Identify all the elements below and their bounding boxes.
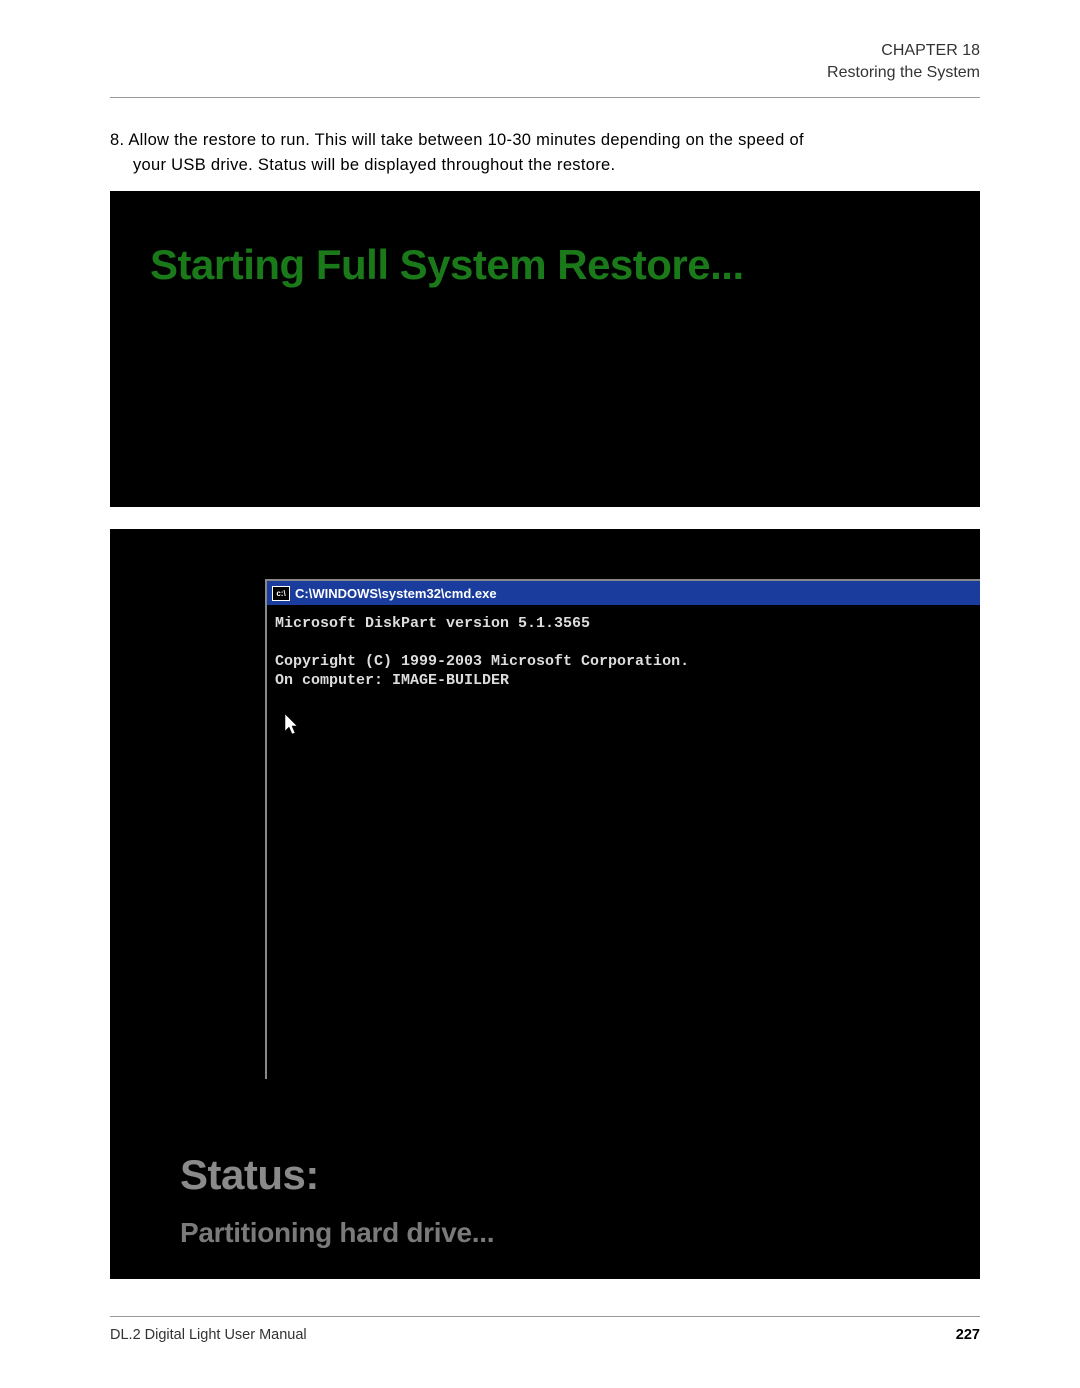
restore-title: Starting Full System Restore... bbox=[150, 241, 940, 289]
footer-page-number: 227 bbox=[956, 1327, 980, 1343]
section-label: Restoring the System bbox=[110, 62, 980, 84]
cmd-icon: c:\ bbox=[272, 586, 290, 601]
step-instruction: 8. Allow the restore to run. This will t… bbox=[110, 128, 980, 178]
step-text-line2: your USB drive. Status will be displayed… bbox=[110, 153, 980, 178]
cmd-body: Microsoft DiskPart version 5.1.3565 Copy… bbox=[267, 605, 980, 700]
step-number: 8. bbox=[110, 131, 128, 149]
page-footer: DL.2 Digital Light User Manual 227 bbox=[110, 1316, 980, 1343]
cmd-line-2: Copyright (C) 1999-2003 Microsoft Corpor… bbox=[275, 653, 972, 672]
cmd-window: c:\ C:\WINDOWS\system32\cmd.exe Microsof… bbox=[265, 579, 980, 1079]
status-section: Status: Partitioning hard drive... bbox=[180, 1151, 494, 1249]
page-header: CHAPTER 18 Restoring the System bbox=[110, 40, 980, 98]
cmd-line-1: Microsoft DiskPart version 5.1.3565 bbox=[275, 615, 972, 634]
cmd-titlebar: c:\ C:\WINDOWS\system32\cmd.exe bbox=[267, 581, 980, 605]
chapter-label: CHAPTER 18 bbox=[110, 40, 980, 62]
cmd-title-text: C:\WINDOWS\system32\cmd.exe bbox=[295, 586, 497, 601]
page-container: CHAPTER 18 Restoring the System 8. Allow… bbox=[0, 0, 1080, 1388]
cmd-blank bbox=[275, 634, 972, 653]
cmd-line-3: On computer: IMAGE-BUILDER bbox=[275, 672, 972, 691]
footer-manual-name: DL.2 Digital Light User Manual bbox=[110, 1327, 307, 1343]
status-text: Partitioning hard drive... bbox=[180, 1217, 494, 1249]
cursor-icon bbox=[285, 714, 301, 742]
step-text-line1: Allow the restore to run. This will take… bbox=[128, 131, 804, 149]
screenshot-restore-start: Starting Full System Restore... bbox=[110, 191, 980, 507]
status-label: Status: bbox=[180, 1151, 494, 1199]
screenshot-cmd-status: c:\ C:\WINDOWS\system32\cmd.exe Microsof… bbox=[110, 529, 980, 1279]
